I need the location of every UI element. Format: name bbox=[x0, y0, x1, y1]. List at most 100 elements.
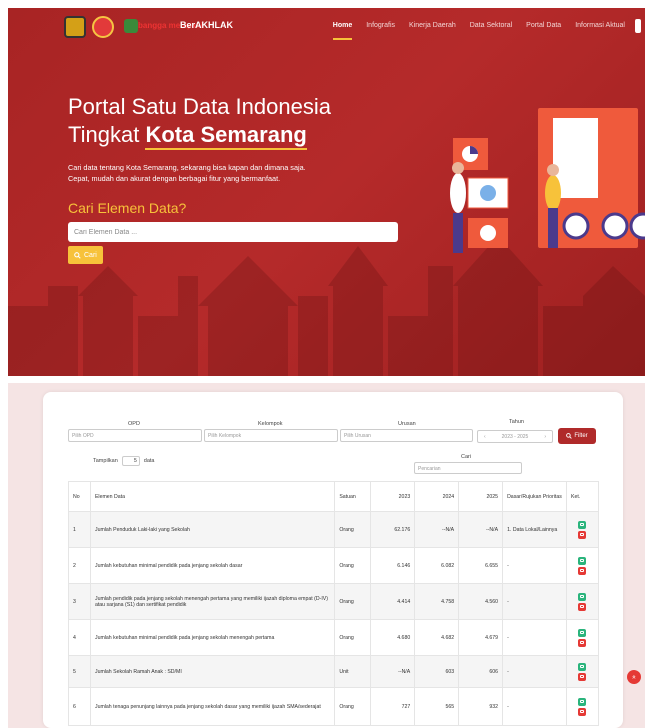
excel-download-icon[interactable] bbox=[578, 556, 587, 565]
excel-download-icon[interactable] bbox=[578, 662, 587, 671]
hero-description-line1: Cari data tentang Kota Semarang, sekaran… bbox=[68, 163, 306, 172]
hero-description-line2: Cepat, mudah dan akurat dengan berbagai … bbox=[68, 174, 281, 183]
cell-dasar: - bbox=[502, 547, 567, 584]
cell-2024: 4.758 bbox=[414, 583, 460, 620]
excel-download-icon[interactable] bbox=[578, 628, 587, 637]
cell-2025: 4.560 bbox=[458, 583, 504, 620]
cell-no: 6 bbox=[68, 687, 91, 726]
page-size-control: Tampilkan 5 data bbox=[93, 456, 154, 466]
chart-view-icon[interactable] bbox=[578, 707, 587, 716]
search-icon bbox=[74, 251, 81, 259]
nav-item-portal-data[interactable]: Portal Data bbox=[526, 22, 561, 33]
cell-no: 5 bbox=[68, 655, 91, 688]
table-body: 1 Jumlah Penduduk Laki-laki yang Sekolah… bbox=[68, 511, 600, 726]
chart-view-icon[interactable] bbox=[578, 530, 587, 539]
urusan-select[interactable]: Pilih Urusan bbox=[340, 429, 473, 442]
tahun-range-picker[interactable]: ‹ 2023 - 2025 › bbox=[477, 430, 553, 443]
cell-2025: --N/A bbox=[458, 511, 504, 548]
page-size-select[interactable]: 5 bbox=[121, 456, 140, 466]
scroll-to-top-button[interactable]: » bbox=[627, 670, 641, 684]
chart-view-icon[interactable] bbox=[578, 672, 587, 681]
cell-no: 1 bbox=[68, 511, 91, 548]
nav-item-kinerja-daerah[interactable]: Kinerja Daerah bbox=[409, 22, 456, 33]
table-row: 2 Jumlah kebutuhan minimal pendidik pada… bbox=[68, 547, 600, 584]
kelompok-select[interactable]: Pilih Kelompok bbox=[204, 429, 338, 442]
nav-item-data-sektoral[interactable]: Data Sektoral bbox=[470, 22, 512, 33]
cell-dasar: 1. Data Lokal/Lainnya bbox=[502, 511, 567, 548]
cell-dasar: - bbox=[502, 619, 567, 656]
col-header-ket[interactable]: Ket. bbox=[565, 481, 600, 512]
table-row: 3 Jumlah pendidik pada jenjang sekolah m… bbox=[68, 583, 600, 620]
hero-title-highlight: Kota Semarang bbox=[145, 122, 307, 150]
tahun-label: Tahun bbox=[509, 419, 524, 425]
filter-button-label: Filter bbox=[574, 433, 588, 439]
cell-elemen[interactable]: Jumlah Penduduk Laki-laki yang Sekolah bbox=[89, 511, 336, 548]
cell-dasar: - bbox=[502, 655, 567, 688]
col-header-2023[interactable]: 2023 bbox=[370, 481, 416, 512]
search-heading: Cari Elemen Data? bbox=[68, 200, 187, 216]
regional-emblem-logo[interactable] bbox=[92, 16, 114, 38]
cell-ket bbox=[565, 655, 600, 688]
chart-view-icon[interactable] bbox=[578, 566, 587, 575]
filter-button[interactable]: Filter bbox=[558, 428, 596, 444]
excel-download-icon[interactable] bbox=[578, 697, 587, 706]
col-header-elemen[interactable]: Elemen Data bbox=[89, 481, 336, 512]
cell-elemen[interactable]: Jumlah pendidik pada jenjang sekolah men… bbox=[89, 583, 336, 620]
opd-label: OPD bbox=[128, 421, 140, 427]
cell-2025: 606 bbox=[458, 655, 504, 688]
table-row: 6 Jumlah tenaga penunjang lainnya pada j… bbox=[68, 687, 600, 726]
chevron-left-icon[interactable]: ‹ bbox=[484, 434, 486, 440]
hero-search-button[interactable]: Cari bbox=[68, 246, 103, 264]
table-row: 4 Jumlah kebutuhan minimal pendidik pada… bbox=[68, 619, 600, 656]
cell-elemen[interactable]: Jumlah kebutuhan minimal pendidik pada j… bbox=[89, 619, 336, 656]
kota-semarang-crest-logo[interactable] bbox=[64, 16, 86, 38]
cell-2023: 4.680 bbox=[370, 619, 416, 656]
cell-no: 2 bbox=[68, 547, 91, 584]
hero-search-input[interactable] bbox=[68, 222, 398, 242]
cell-satuan: Unit bbox=[334, 655, 372, 688]
hero-banner: bangga melayani BerAKHLAK Home Infografi… bbox=[8, 8, 645, 376]
cell-elemen[interactable]: Jumlah tenaga penunjang lainnya pada jen… bbox=[89, 687, 336, 726]
cell-ket bbox=[565, 619, 600, 656]
top-navbar: bangga melayani BerAKHLAK Home Infografi… bbox=[8, 8, 645, 42]
chevron-right-icon[interactable]: › bbox=[544, 434, 546, 440]
cell-dasar: - bbox=[502, 687, 567, 726]
kelompok-label: Kelompok bbox=[258, 421, 283, 427]
cell-no: 4 bbox=[68, 619, 91, 656]
nav-extra-button[interactable] bbox=[635, 19, 641, 33]
search-icon bbox=[566, 433, 573, 439]
excel-download-icon[interactable] bbox=[578, 592, 587, 601]
col-header-satuan[interactable]: Satuan bbox=[334, 481, 372, 512]
opd-select[interactable]: Pilih OPD bbox=[68, 429, 202, 442]
double-chevron-up-icon: » bbox=[629, 674, 638, 680]
cell-2024: 6.082 bbox=[414, 547, 460, 584]
cell-2024: --N/A bbox=[414, 511, 460, 548]
cell-satuan: Orang bbox=[334, 547, 372, 584]
table-search-input[interactable]: Pencarian bbox=[414, 462, 522, 474]
excel-download-icon[interactable] bbox=[578, 520, 587, 529]
col-header-no[interactable]: No bbox=[68, 481, 91, 512]
col-header-2024[interactable]: 2024 bbox=[414, 481, 460, 512]
chart-view-icon[interactable] bbox=[578, 638, 587, 647]
col-header-2025[interactable]: 2025 bbox=[458, 481, 504, 512]
data-elements-table: No Elemen Data Satuan 2023 2024 2025 Das… bbox=[68, 481, 600, 726]
urusan-label: Urusan bbox=[398, 421, 416, 427]
nav-item-home[interactable]: Home bbox=[332, 22, 353, 40]
cell-2024: 565 bbox=[414, 687, 460, 726]
data-label: data bbox=[143, 458, 155, 464]
cell-satuan: Orang bbox=[334, 583, 372, 620]
cell-no: 3 bbox=[68, 583, 91, 620]
hero-title-line1: Portal Satu Data Indonesia bbox=[68, 94, 331, 119]
nav-item-informasi-aktual[interactable]: Informasi Aktual bbox=[575, 22, 625, 33]
cell-elemen[interactable]: Jumlah kebutuhan minimal pendidik pada j… bbox=[89, 547, 336, 584]
chart-view-icon[interactable] bbox=[578, 602, 587, 611]
hero-title-prefix: Tingkat bbox=[68, 122, 146, 147]
cell-elemen[interactable]: Jumlah Sekolah Ramah Anak : SD/MI bbox=[89, 655, 336, 688]
col-header-dasar[interactable]: Dasar/Rujukan Prioritas bbox=[502, 481, 567, 512]
table-header-row: No Elemen Data Satuan 2023 2024 2025 Das… bbox=[68, 481, 600, 512]
table-row: 1 Jumlah Penduduk Laki-laki yang Sekolah… bbox=[68, 511, 600, 548]
nav-item-infografis[interactable]: Infografis bbox=[366, 22, 395, 33]
hero-title-line2: Tingkat Kota Semarang bbox=[68, 122, 307, 150]
cell-2023: 4.414 bbox=[370, 583, 416, 620]
table-search-label: Cari bbox=[461, 454, 472, 460]
